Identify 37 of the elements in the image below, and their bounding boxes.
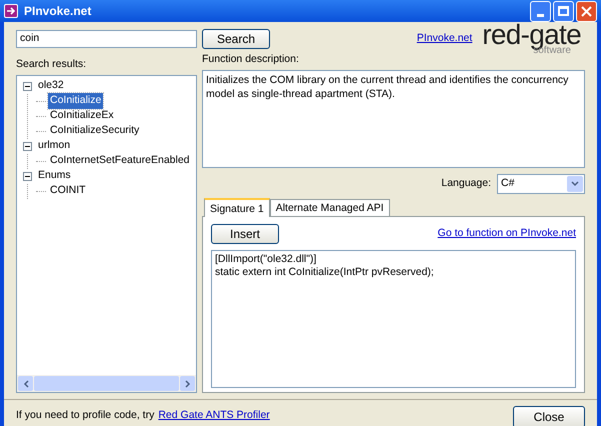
description-box: Initializes the COM library on the current thread and identifies the concurrency model as single-thread apartment (STA).: [202, 70, 585, 168]
scroll-right-icon[interactable]: [184, 380, 190, 388]
language-label: Language:: [441, 176, 491, 191]
search-field[interactable]: coin: [16, 30, 197, 48]
pinvoke-link[interactable]: PInvoke.net: [416, 31, 472, 47]
results-label: Search results:: [16, 57, 88, 72]
close-button[interactable]: [576, 0, 597, 22]
search-button[interactable]: Search: [202, 29, 270, 49]
ants-profiler-link[interactable]: Red Gate ANTS Profiler: [158, 408, 270, 424]
tree-item[interactable]: CoInitialize: [48, 93, 104, 110]
collapse-icon[interactable]: [23, 172, 32, 181]
close-icon: [581, 6, 592, 16]
tree-item[interactable]: COINIT: [48, 183, 88, 200]
signature-code: [DllImport("ole32.dll")] static extern int CoInitialize(IntPtr pvReserved);: [211, 250, 576, 388]
tree-item[interactable]: ole32: [36, 78, 66, 94]
pinvoke-function-link[interactable]: Go to function on PInvoke.net: [438, 226, 576, 242]
language-dropdown[interactable]: C#: [497, 174, 585, 194]
window-title: PInvoke.net: [24, 3, 92, 20]
tree-item[interactable]: urlmon: [36, 138, 72, 154]
insert-button[interactable]: Insert: [211, 224, 279, 244]
tree-item[interactable]: Enums: [36, 168, 73, 184]
tab[interactable]: Signature 1: [204, 198, 270, 217]
minimize-button[interactable]: [530, 0, 551, 22]
tree-item[interactable]: CoInitializeEx: [48, 108, 116, 124]
tab[interactable]: Alternate Managed API: [270, 198, 390, 216]
description-label: Function description:: [202, 52, 300, 67]
collapse-icon[interactable]: [23, 82, 32, 91]
horizontal-scrollbar[interactable]: [17, 375, 196, 392]
scroll-left-icon[interactable]: [22, 380, 28, 388]
logo: red-gate software: [482, 22, 581, 56]
footer-text: If you need to profile code, try: [16, 408, 154, 423]
maximize-button[interactable]: [553, 0, 574, 22]
close-dialog-button[interactable]: Close: [513, 406, 585, 426]
tree-item[interactable]: CoInternetSetFeatureEnabled: [48, 153, 192, 170]
collapse-icon[interactable]: [23, 142, 32, 151]
app-icon: [4, 4, 18, 18]
tree-item[interactable]: CoInitializeSecurity: [48, 123, 142, 140]
